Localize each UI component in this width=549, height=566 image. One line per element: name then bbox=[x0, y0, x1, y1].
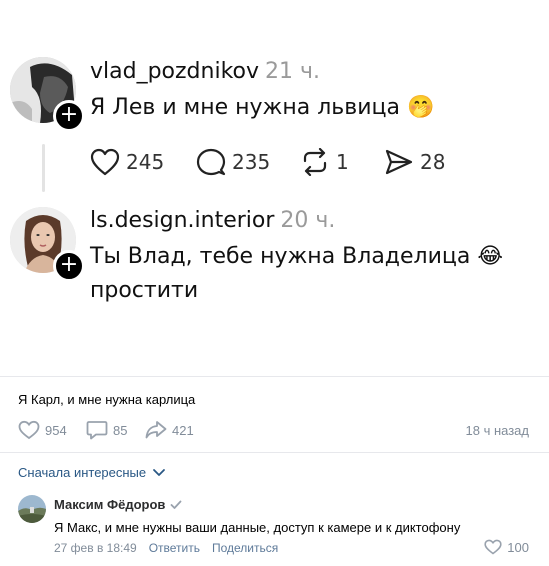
sort-dropdown[interactable]: Сначала интересные bbox=[18, 465, 166, 480]
comment-icon bbox=[86, 421, 108, 440]
post-time: 20 ч. bbox=[280, 208, 336, 233]
vk-share-count: 421 bbox=[172, 422, 194, 438]
comment-author-row: Максим Фёдоров bbox=[54, 497, 182, 512]
comment-like-button[interactable]: 100 bbox=[484, 539, 529, 555]
vk-like-count: 954 bbox=[45, 422, 67, 438]
comment-meta-row: 27 фев в 18:49 Ответить Поделиться bbox=[54, 541, 278, 555]
comment-avatar[interactable] bbox=[18, 495, 46, 523]
landscape-avatar-icon bbox=[18, 495, 46, 523]
like-count: 245 bbox=[126, 150, 165, 174]
share-link[interactable]: Поделиться bbox=[212, 541, 278, 555]
post-text-line-2: простити bbox=[90, 278, 199, 303]
post-text: Я Лев и мне нужна львица 🤭 bbox=[90, 95, 435, 120]
vk-share-button[interactable]: 421 bbox=[145, 420, 194, 440]
repost-action[interactable]: 1 bbox=[300, 148, 349, 176]
repost-count: 1 bbox=[336, 150, 349, 174]
share-count: 28 bbox=[420, 150, 446, 174]
post-text-line-1: Ты Влад, тебе нужна Владелица 😂 bbox=[90, 244, 504, 269]
reply-count: 235 bbox=[232, 150, 271, 174]
follow-plus-button[interactable]: + bbox=[53, 250, 85, 282]
like-action[interactable]: 245 bbox=[90, 148, 164, 176]
chevron-down-icon bbox=[153, 468, 166, 476]
thread-connector-line bbox=[42, 144, 45, 192]
follow-plus-button[interactable]: + bbox=[53, 100, 85, 132]
heart-icon bbox=[90, 148, 120, 176]
comment-author[interactable]: Максим Фёдоров bbox=[54, 497, 165, 512]
repost-icon bbox=[303, 148, 327, 176]
vk-comment-button[interactable]: 85 bbox=[86, 420, 127, 440]
comment-bubble-icon bbox=[196, 148, 226, 176]
comment-text: Я Макс, и мне нужны ваши данные, доступ … bbox=[54, 520, 461, 535]
comment-like-count: 100 bbox=[507, 539, 529, 555]
username[interactable]: vlad_pozdnikov bbox=[90, 59, 259, 84]
heart-icon bbox=[484, 539, 502, 555]
section-divider bbox=[0, 452, 549, 453]
vk-like-button[interactable]: 954 bbox=[18, 420, 67, 440]
post-time: 21 ч. bbox=[265, 59, 320, 84]
section-divider bbox=[0, 376, 549, 377]
username[interactable]: ls.design.interior bbox=[90, 208, 274, 233]
vk-post-text: Я Карл, и мне нужна карлица bbox=[18, 392, 196, 407]
send-icon bbox=[385, 149, 413, 175]
reply-action[interactable]: 235 bbox=[196, 148, 270, 176]
post-header: vlad_pozdnikov 21 ч. bbox=[90, 59, 320, 84]
verified-check-icon bbox=[171, 500, 182, 509]
post-header: ls.design.interior 20 ч. bbox=[90, 208, 335, 233]
heart-icon bbox=[18, 420, 40, 440]
vk-post-time[interactable]: 18 ч назад bbox=[466, 423, 530, 438]
vk-comment-count: 85 bbox=[113, 422, 128, 438]
comment-date[interactable]: 27 фев в 18:49 bbox=[54, 541, 137, 555]
share-action[interactable]: 28 bbox=[384, 148, 445, 176]
share-arrow-icon bbox=[145, 421, 167, 439]
reply-link[interactable]: Ответить bbox=[149, 541, 200, 555]
sort-label: Сначала интересные bbox=[18, 465, 147, 480]
